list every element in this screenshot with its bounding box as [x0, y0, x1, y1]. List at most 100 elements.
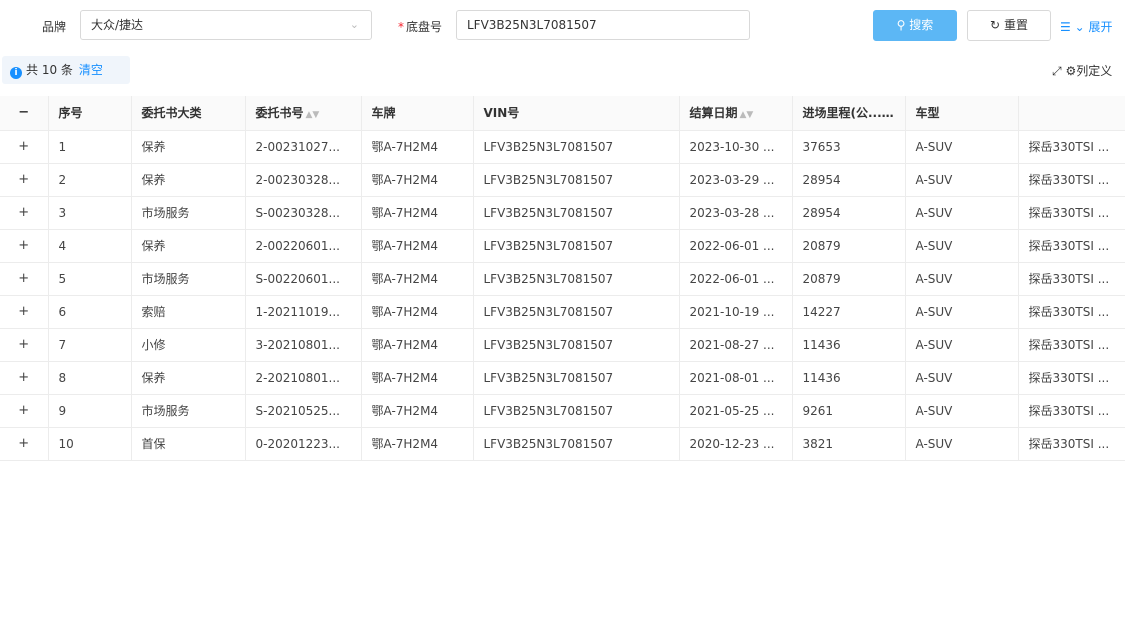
cell-mileage: 9261: [792, 394, 906, 428]
chassis-label: * 底盘号: [398, 20, 443, 34]
cell-index: 9: [48, 394, 132, 428]
cell-series: 探岳330TSI ...: [1018, 130, 1125, 164]
cell-index: 6: [48, 295, 132, 329]
chevron-down-icon: ⌄: [1074, 20, 1085, 34]
table-row[interactable]: +10 首保 0-20201223... 鄂A-7H2M4 LFV3B25N3L7081…: [0, 427, 1125, 461]
cell-series: 探岳330TSI ...: [1018, 427, 1125, 461]
row-expand-icon[interactable]: +: [0, 229, 49, 263]
row-expand-icon[interactable]: +: [0, 295, 49, 329]
cell-order-no: 2-20210801...: [245, 361, 362, 395]
sort-icon[interactable]: ▲▼: [740, 110, 754, 120]
cell-plate: 鄂A-7H2M4: [361, 394, 474, 428]
row-expand-icon[interactable]: +: [0, 262, 49, 296]
cell-settle-date: 2023-10-30 ...: [679, 130, 793, 164]
cell-vin: LFV3B25N3L7081507: [473, 328, 680, 362]
table-row[interactable]: +3 市场服务 S-00230328... 鄂A-7H2M4 LFV3B25N3L708…: [0, 196, 1125, 230]
reset-button[interactable]: ↻ 重置: [967, 10, 1051, 41]
row-expand-icon[interactable]: +: [0, 163, 49, 197]
column-settings[interactable]: ⤢ ⚙列定义: [1052, 62, 1112, 79]
chassis-input-value: LFV3B25N3L7081507: [467, 18, 597, 32]
cell-category: 保养: [131, 130, 246, 164]
required-mark: *: [398, 20, 404, 34]
cell-index: 4: [48, 229, 132, 263]
col-header-mileage[interactable]: 进场里程(公... ▲▼: [792, 96, 906, 131]
cell-model: A-SUV: [905, 394, 1019, 428]
sort-icon[interactable]: ▲▼: [306, 110, 320, 120]
cell-vin: LFV3B25N3L7081507: [473, 427, 680, 461]
col-header-order-no[interactable]: 委托书号 ▲▼: [245, 96, 362, 131]
cell-vin: LFV3B25N3L7081507: [473, 295, 680, 329]
cell-category: 首保: [131, 427, 246, 461]
table-row[interactable]: +8 保养 2-20210801... 鄂A-7H2M4 LFV3B25N3L70815…: [0, 361, 1125, 395]
cell-model: A-SUV: [905, 163, 1019, 197]
table-row[interactable]: +5 市场服务 S-00220601... 鄂A-7H2M4 LFV3B25N3L708…: [0, 262, 1125, 296]
cell-vin: LFV3B25N3L7081507: [473, 361, 680, 395]
cell-model: A-SUV: [905, 328, 1019, 362]
cell-index: 1: [48, 130, 132, 164]
cell-vin: LFV3B25N3L7081507: [473, 394, 680, 428]
search-icon: ⚲: [896, 18, 906, 32]
cell-order-no: S-00220601...: [245, 262, 362, 296]
filter-icon: ☰: [1060, 20, 1071, 34]
reset-icon: ↻: [990, 18, 1001, 32]
table-row[interactable]: +6 索赔 1-20211019... 鄂A-7H2M4 LFV3B25N3L70815…: [0, 295, 1125, 329]
row-expand-icon[interactable]: +: [0, 427, 49, 461]
cell-series: 探岳330TSI ...: [1018, 163, 1125, 197]
row-expand-icon[interactable]: +: [0, 361, 49, 395]
table-row[interactable]: +4 保养 2-00220601... 鄂A-7H2M4 LFV3B25N3L70815…: [0, 229, 1125, 263]
row-expand-icon[interactable]: +: [0, 130, 49, 164]
chevron-down-icon: ⌄: [349, 18, 359, 31]
cell-series: 探岳330TSI ...: [1018, 328, 1125, 362]
fullscreen-icon: ⤢: [1052, 64, 1062, 78]
cell-settle-date: 2022-06-01 ...: [679, 229, 793, 263]
records-table: − 序号 委托书大类 委托书号 ▲▼ 车牌 VIN号 结算日期 ▲▼ 进场里程(公.…: [0, 96, 1125, 461]
cell-mileage: 11436: [792, 361, 906, 395]
table-row[interactable]: +1 保养 2-00231027... 鄂A-7H2M4 LFV3B25N3L70815…: [0, 130, 1125, 164]
cell-settle-date: 2021-05-25 ...: [679, 394, 793, 428]
table-row[interactable]: +9 市场服务 S-20210525... 鄂A-7H2M4 LFV3B25N3L708…: [0, 394, 1125, 428]
table-row[interactable]: +7 小修 3-20210801... 鄂A-7H2M4 LFV3B25N3L70815…: [0, 328, 1125, 362]
cell-index: 3: [48, 196, 132, 230]
cell-category: 市场服务: [131, 196, 246, 230]
cell-vin: LFV3B25N3L7081507: [473, 196, 680, 230]
cell-series: 探岳330TSI ...: [1018, 229, 1125, 263]
expand-toggle[interactable]: ☰ ⌄ 展开: [1060, 18, 1113, 35]
row-expand-icon[interactable]: +: [0, 328, 49, 362]
cell-settle-date: 2020-12-23 ...: [679, 427, 793, 461]
cell-order-no: 2-00220601...: [245, 229, 362, 263]
cell-category: 市场服务: [131, 394, 246, 428]
clear-link[interactable]: 清空: [79, 63, 103, 77]
cell-mileage: 28954: [792, 196, 906, 230]
cell-settle-date: 2023-03-29 ...: [679, 163, 793, 197]
cell-series: 探岳330TSI ...: [1018, 196, 1125, 230]
cell-series: 探岳330TSI ...: [1018, 295, 1125, 329]
collapse-all-icon[interactable]: −: [0, 96, 49, 131]
table-row[interactable]: +2 保养 2-00230328... 鄂A-7H2M4 LFV3B25N3L70815…: [0, 163, 1125, 197]
table-header-row: − 序号 委托书大类 委托书号 ▲▼ 车牌 VIN号 结算日期 ▲▼ 进场里程(公.…: [0, 96, 1125, 131]
row-expand-icon[interactable]: +: [0, 196, 49, 230]
brand-select[interactable]: 大众/捷达 ⌄: [80, 10, 372, 40]
cell-category: 索赔: [131, 295, 246, 329]
cell-series: 探岳330TSI ...: [1018, 361, 1125, 395]
cell-plate: 鄂A-7H2M4: [361, 130, 474, 164]
search-button[interactable]: ⚲ 搜索: [873, 10, 957, 41]
cell-mileage: 28954: [792, 163, 906, 197]
cell-plate: 鄂A-7H2M4: [361, 262, 474, 296]
row-expand-icon[interactable]: +: [0, 394, 49, 428]
cell-model: A-SUV: [905, 196, 1019, 230]
search-button-label: 搜索: [909, 18, 934, 32]
cell-settle-date: 2023-03-28 ...: [679, 196, 793, 230]
col-header-model: 车型: [905, 96, 1019, 131]
cell-order-no: 0-20201223...: [245, 427, 362, 461]
brand-label: 品牌: [42, 20, 67, 34]
cell-category: 小修: [131, 328, 246, 362]
col-header-series: [1018, 96, 1125, 131]
cell-plate: 鄂A-7H2M4: [361, 196, 474, 230]
chassis-input[interactable]: LFV3B25N3L7081507: [456, 10, 750, 40]
cell-index: 8: [48, 361, 132, 395]
cell-order-no: 2-00231027...: [245, 130, 362, 164]
col-header-settle-date[interactable]: 结算日期 ▲▼: [679, 96, 793, 131]
cell-mileage: 11436: [792, 328, 906, 362]
cell-index: 7: [48, 328, 132, 362]
column-settings-label: 列定义: [1076, 64, 1113, 78]
